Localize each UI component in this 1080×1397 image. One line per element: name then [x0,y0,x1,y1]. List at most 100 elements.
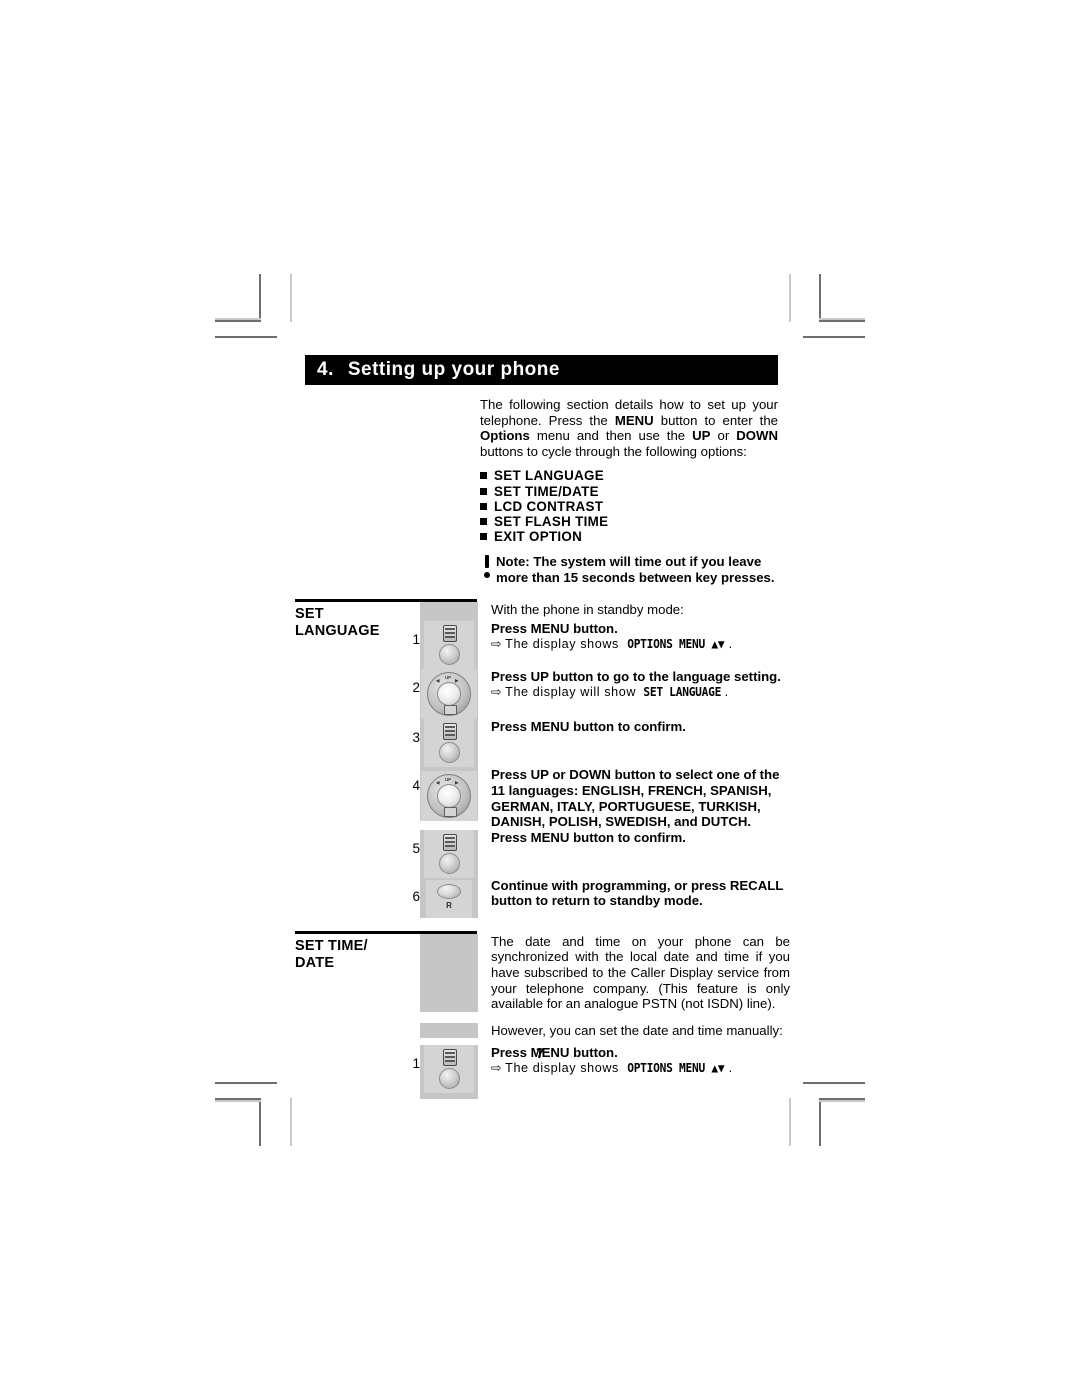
crop-mark-top-left-vertical-light [290,274,292,322]
step-result-suffix: . [724,684,729,699]
manual-page: 4. Setting up your phone The following s… [290,355,790,1100]
nav-right-label: ▶ [455,678,459,684]
icon-cell [420,829,478,878]
exclamation-icon [480,554,496,586]
crop-mark-top-right-horizontal [819,320,865,322]
lead-in-text: With the phone in standby mode: [491,602,684,618]
crop-mark-bottom-left-vertical [259,1098,261,1146]
crop-mark-top-right-vertical [819,274,821,322]
intro-text-2: button to enter the [653,412,778,428]
step-result-prefix: The display shows [505,1060,624,1075]
list-item: SET FLASH TIME [480,514,778,529]
step-text: Press UP or DOWN button to select one of… [478,767,790,829]
step-result: ⇨ The display will show SET LANGUAGE. [491,685,790,700]
step-row: 6 R Continue with programming, or press … [402,877,790,918]
nav-up-label: UP [445,675,452,681]
step-text: Press MENU button to confirm. [478,719,790,735]
lead-in-text-wrap: With the phone in standby mode: [478,602,790,618]
step-text: Continue with programming, or press RECA… [478,878,790,909]
step-number: 1 [412,632,420,648]
crop-mark-bottom-left-vertical-light [290,1098,292,1146]
crop-mark-bottom-right-vertical-light [789,1098,791,1146]
intro-text-4: or [710,428,737,444]
step-title: Press MENU button. [491,621,618,637]
step-row: 3 Press MENU button to confirm. [402,719,790,768]
crop-mark-top-left-horizontal-light [215,318,261,320]
step-title: Press MENU button to confirm. [491,719,686,735]
option-label: SET LANGUAGE [494,468,604,484]
note-text: Note: The system will time out if you le… [496,554,775,586]
section-label-set-language: SET LANGUAGE [290,602,402,640]
nav-down-key [444,705,457,716]
icon-cell [420,621,478,670]
intro-options-bold: Options [480,428,530,444]
nav-left-label: ◀ [436,780,440,786]
note-block: Note: The system will time out if you le… [480,554,778,586]
recall-label: R [446,900,452,910]
crop-mark-top-left-vertical [259,274,261,322]
intro-block: The following section details how to set… [480,397,778,586]
bullet-square-icon [480,517,487,525]
section-set-language: SET LANGUAGE With the phone in standby m… [290,599,790,918]
arrow-right-icon: ⇨ [491,636,503,651]
step-title: Press MENU button to confirm. [491,829,686,845]
step-number: 6 [412,888,420,904]
step-title: Press UP button to go to the language se… [491,669,781,685]
section-set-time-date: SET TIME/ DATE The date and time on your… [290,930,790,1100]
crop-mark-top-left-horizontal [215,320,261,322]
intro-text-3: menu and then use the [529,428,693,444]
bullet-square-icon [480,472,487,480]
intro-down-bold: DOWN [736,428,778,444]
options-list: SET LANGUAGE SET TIME/DATE LCD CONTRAST … [480,468,778,544]
icon-cell [420,719,478,768]
list-item: SET TIME/DATE [480,484,778,499]
intro-up-bold: UP [692,428,711,444]
icon-column-spacer [420,1022,478,1039]
step-row: 2 UP ◀ ▶ Press UP button to go to the la… [402,669,790,720]
section-label-line2: LANGUAGE [295,623,380,640]
section-label-line1: SET [295,606,324,623]
option-label: LCD CONTRAST [494,498,604,514]
menu-button-icon[interactable] [424,829,474,878]
page-title: Setting up your phone [347,359,560,380]
step-result-prefix: The display shows [505,636,624,651]
lcd-display-text: SET LANGUAGE [643,684,722,699]
icon-column-spacer [420,602,478,622]
crop-mark-top-left-tick [215,336,277,338]
step-row: 4 UP ◀ ▶ Press UP or DOWN button to sele… [402,767,790,829]
section-label-set-time-date: SET TIME/ DATE [290,934,402,972]
recall-button-icon[interactable]: R [426,879,472,918]
nav-up-label: UP [445,777,452,783]
bullet-square-icon [480,502,487,510]
lead-in-text-wrap: The date and time on your phone can be s… [478,934,790,1012]
navigation-pad-icon[interactable]: UP ◀ ▶ [421,771,477,822]
step-result-prefix: The display will show [505,684,641,699]
step-result: ⇨ The display shows OPTIONS MENU ▲▼. [491,637,790,652]
nav-left-label: ◀ [436,678,440,684]
step-result-suffix: . [728,1060,733,1075]
step-number: 3 [412,730,420,746]
crop-mark-bottom-right-tick [803,1082,865,1084]
lcd-display-text: OPTIONS MENU ▲▼ [627,636,725,651]
option-label: SET TIME/DATE [494,483,599,499]
lead-in-row-2: However, you can set the date and time m… [402,1022,790,1039]
section-label-line2: DATE [295,954,335,971]
lead-in-text: The date and time on your phone can be s… [491,933,790,1012]
page-number: 7 [536,1045,544,1061]
arrow-right-icon: ⇨ [491,684,503,699]
intro-text-5: buttons to cycle through the following o… [480,443,747,459]
chapter-header-bar: 4. Setting up your phone [305,355,778,385]
step-number: 4 [412,778,420,794]
crop-mark-top-right-vertical-light [789,274,791,322]
step-number-spacer [402,1023,420,1034]
menu-button-icon[interactable] [424,621,474,670]
option-label: EXIT OPTION [494,529,583,545]
navigation-pad-icon[interactable]: UP ◀ ▶ [421,669,477,720]
intro-menu-bold: MENU [614,412,654,428]
step-number-spacer [402,934,420,945]
step-text: Press MENU button. ⇨ The display shows OP… [478,621,790,652]
step-number: 5 [412,840,420,856]
list-item: SET LANGUAGE [480,468,778,483]
crop-mark-bottom-right-vertical [819,1098,821,1146]
menu-button-icon[interactable] [424,719,474,768]
